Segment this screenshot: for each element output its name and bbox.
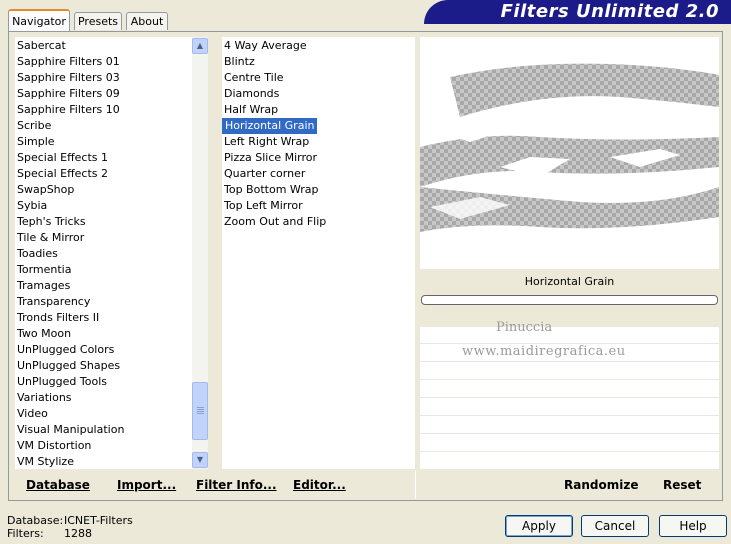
watermark-name: Pinuccia [496,320,553,335]
category-item[interactable]: UnPlugged Shapes [15,358,192,374]
category-item[interactable]: Tile & Mirror [15,230,192,246]
category-item[interactable]: Tronds Filters II [15,310,192,326]
filter-item[interactable]: Left Right Wrap [222,134,415,150]
parameter-header [420,307,719,327]
category-item[interactable]: UnPlugged Colors [15,342,192,358]
filter-item[interactable]: Quarter corner [222,166,415,182]
filter-item[interactable]: Pizza Slice Mirror [222,150,415,166]
database-label: Database: [7,514,64,527]
category-item[interactable]: Tramages [15,278,192,294]
filters-label: Filters: [7,527,44,540]
help-button[interactable]: Help [659,515,727,537]
filter-item[interactable]: Centre Tile [222,70,415,86]
scroll-down-button[interactable]: ▼ [192,452,208,468]
category-item[interactable]: Toadies [15,246,192,262]
category-item[interactable]: UnPlugged Tools [15,374,192,390]
filter-info-button[interactable]: Filter Info... [196,478,277,492]
category-item[interactable]: Sapphire Filters 10 [15,102,192,118]
filter-item[interactable]: Blintz [222,54,415,70]
category-item[interactable]: SwapShop [15,182,192,198]
parameter-area [420,307,719,469]
category-item[interactable]: Special Effects 1 [15,150,192,166]
tab-presets[interactable]: Presets [74,12,122,30]
preview-image [420,63,719,232]
category-item[interactable]: Sapphire Filters 03 [15,70,192,86]
filter-item-selected-label: Horizontal Grain [222,118,318,134]
watermark-url: www.maidiregrafica.eu [462,344,626,359]
category-item[interactable]: Visual Manipulation [15,422,192,438]
filter-item[interactable]: Half Wrap [222,102,415,118]
cancel-button[interactable]: Cancel [581,515,649,537]
category-item[interactable]: Simple [15,134,192,150]
filter-item[interactable]: Top Bottom Wrap [222,182,415,198]
category-item[interactable]: Tormentia [15,262,192,278]
category-item[interactable]: Sabercat [15,38,192,54]
category-item[interactable]: Two Moon [15,326,192,342]
category-item[interactable]: Special Effects 2 [15,166,192,182]
filters-value: 1288 [64,527,92,540]
category-item[interactable]: Sapphire Filters 09 [15,86,192,102]
filter-item[interactable]: Zoom Out and Flip [222,214,415,230]
filter-item[interactable]: Diamonds [222,86,415,102]
filter-item[interactable]: Top Left Mirror [222,198,415,214]
progress-bar [421,295,718,305]
category-scrollbar[interactable]: ▲ ▼ [192,37,208,469]
randomize-button[interactable]: Randomize [564,478,638,492]
database-value: ICNET-Filters [64,514,133,527]
category-item[interactable]: Transparency [15,294,192,310]
category-item[interactable]: Scribe [15,118,192,134]
tab-about[interactable]: About [126,12,168,30]
preview-name-bar: Horizontal Grain [420,271,719,293]
reset-button[interactable]: Reset [663,478,701,492]
scroll-thumb[interactable] [192,382,208,440]
category-item[interactable]: Video [15,406,192,422]
editor-button[interactable]: Editor... [293,478,346,492]
import-button[interactable]: Import... [117,478,176,492]
filter-item[interactable]: Horizontal Grain [222,118,415,134]
apply-button[interactable]: Apply [505,515,573,537]
app-title: Filters Unlimited 2.0 [500,1,719,22]
category-item[interactable]: Sybia [15,198,192,214]
scroll-up-button[interactable]: ▲ [192,38,208,54]
category-item[interactable]: VM Distortion [15,438,192,454]
title-banner: Filters Unlimited 2.0 [424,0,731,24]
category-item[interactable]: VM Stylize [15,454,192,469]
tab-navigator[interactable]: Navigator [8,9,70,31]
filter-item[interactable]: 4 Way Average [222,38,415,54]
category-item[interactable]: Teph's Tricks [15,214,192,230]
preview-area [420,37,719,269]
category-item[interactable]: Variations [15,390,192,406]
category-item[interactable]: Sapphire Filters 01 [15,54,192,70]
filter-list[interactable]: 4 Way Average Blintz Centre Tile Diamonds Ha… [222,37,415,469]
database-button[interactable]: Database [26,478,90,492]
category-list[interactable]: Sabercat Sapphire Filters 01 Sapphire Filt… [15,37,192,469]
